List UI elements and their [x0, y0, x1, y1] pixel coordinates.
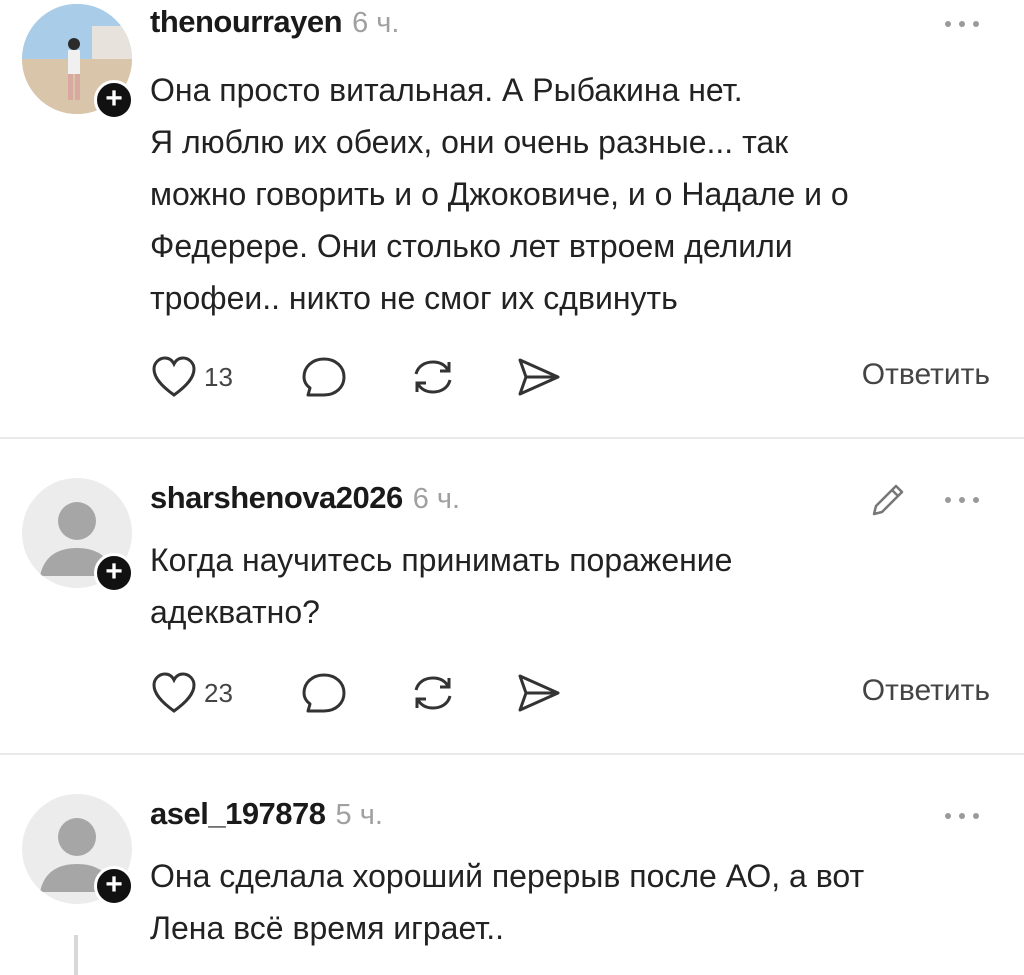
comment-text: Она просто витальная. А Рыбакина нет. Я … — [150, 72, 849, 316]
comment-icon — [302, 673, 346, 713]
comment-author[interactable]: sharshenova2026 6 ч. — [150, 480, 460, 516]
heart-icon — [152, 672, 196, 713]
follow-plus-icon[interactable]: + — [94, 80, 134, 120]
share-icon — [518, 358, 560, 396]
like-count: 13 — [204, 361, 233, 392]
follow-plus-icon[interactable]: + — [94, 866, 134, 906]
divider — [0, 753, 1024, 755]
repost-button[interactable] — [408, 668, 458, 718]
like-button[interactable]: 23 — [150, 668, 233, 718]
comment-text: Она сделала хороший перерыв после АО, а … — [150, 858, 865, 946]
comment-actions: 23 Ответить — [150, 668, 990, 718]
comment-time: 5 ч. — [335, 799, 383, 831]
reply-button[interactable]: Ответить — [862, 358, 990, 392]
repost-icon — [414, 360, 452, 394]
follow-plus-icon[interactable]: + — [94, 553, 134, 593]
username[interactable]: asel_197878 — [150, 796, 326, 831]
more-icon[interactable] — [940, 14, 984, 34]
comment-actions: 13 Ответить — [150, 352, 990, 402]
more-icon[interactable] — [940, 490, 984, 510]
share-button[interactable] — [514, 668, 562, 718]
username[interactable]: sharshenova2026 — [150, 480, 403, 515]
reply-thread-line — [74, 935, 78, 975]
repost-button[interactable] — [408, 352, 458, 402]
username[interactable]: thenourrayen — [150, 4, 343, 39]
reply-button[interactable]: Ответить — [862, 674, 990, 708]
comment-text: Когда научитесь принимать поражение адек… — [150, 542, 733, 630]
more-icon[interactable] — [940, 806, 984, 826]
comment-icon — [302, 357, 346, 397]
comment-button[interactable] — [300, 668, 348, 718]
comment-author[interactable]: asel_197878 5 ч. — [150, 796, 383, 832]
comment-time: 6 ч. — [352, 7, 400, 39]
like-count: 23 — [204, 677, 233, 708]
share-button[interactable] — [514, 352, 562, 402]
repost-icon — [414, 676, 452, 710]
like-button[interactable]: 13 — [150, 352, 233, 402]
comment-author[interactable]: thenourrayen 6 ч. — [150, 4, 399, 40]
comment-time: 6 ч. — [412, 483, 461, 515]
divider — [0, 437, 1024, 439]
share-icon — [518, 674, 560, 712]
comment-button[interactable] — [300, 352, 348, 402]
heart-icon — [152, 356, 196, 397]
pencil-icon[interactable] — [868, 480, 908, 520]
